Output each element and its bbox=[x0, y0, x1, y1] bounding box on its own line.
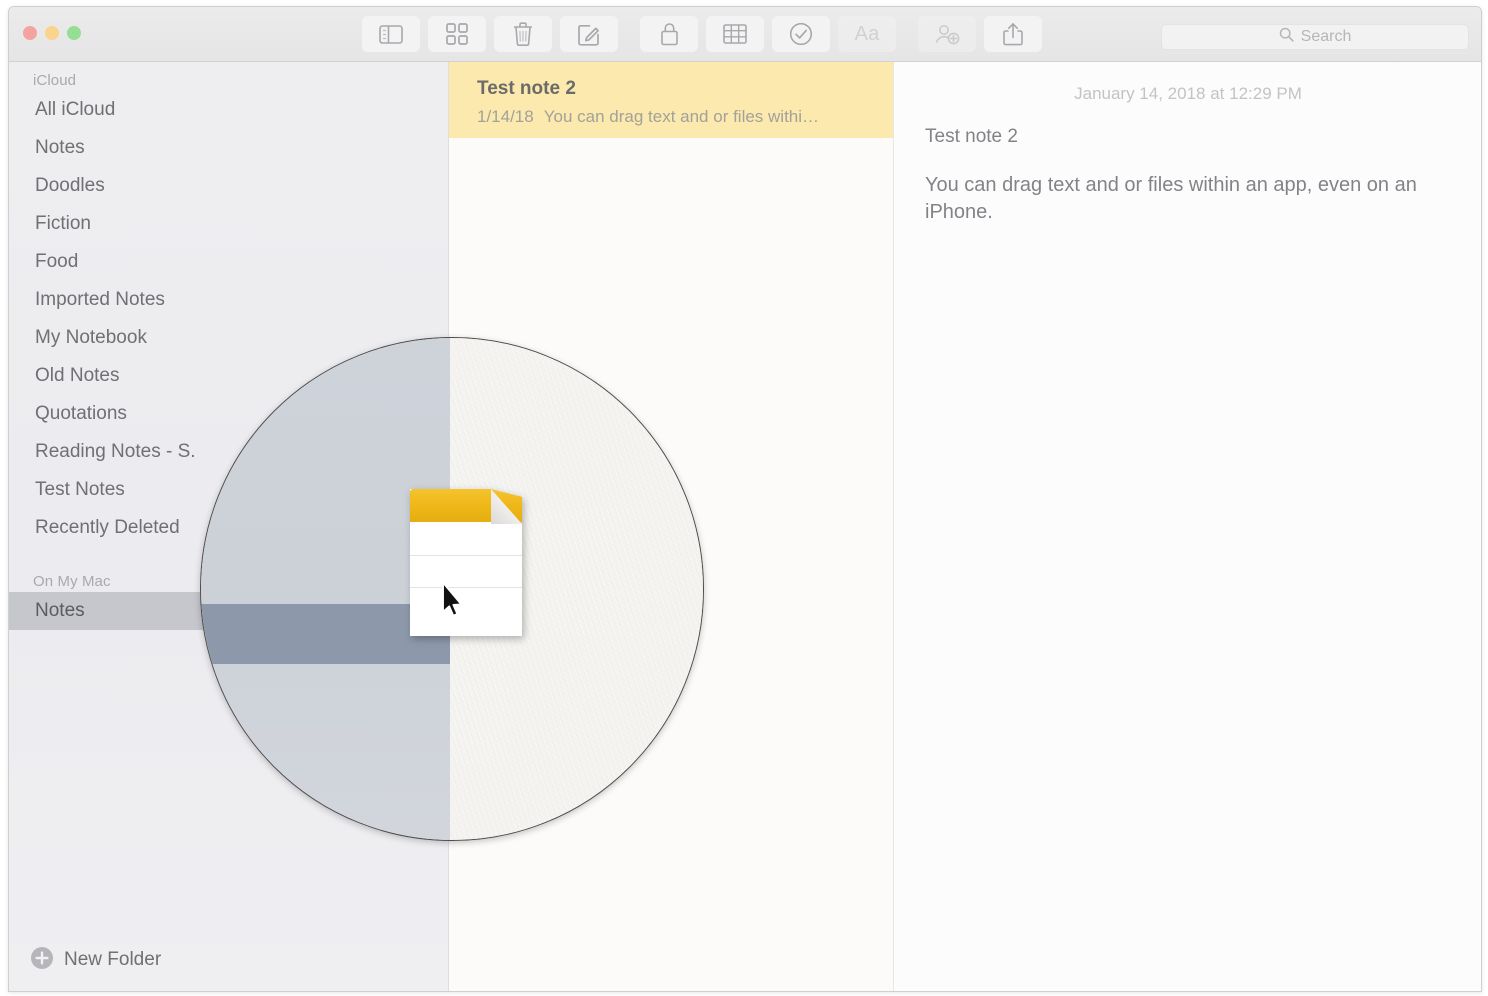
maximize-button[interactable] bbox=[67, 26, 81, 40]
note-editor[interactable]: Test note 2 You can drag text and or fil… bbox=[895, 104, 1481, 226]
sidebar-item-label: Doodles bbox=[35, 175, 105, 196]
trash-icon bbox=[513, 22, 533, 46]
sidebar-item-label: Test Notes bbox=[35, 479, 125, 500]
note-list-item-title: Test note 2 bbox=[477, 78, 576, 99]
sidebar-item-doodles[interactable]: Doodles bbox=[9, 167, 448, 205]
plus-circle-icon bbox=[31, 946, 53, 974]
sidebar-item-label: Old Notes bbox=[35, 365, 120, 386]
share-button[interactable] bbox=[984, 16, 1042, 52]
note-list-item-date: 1/14/18 bbox=[477, 107, 534, 126]
grid-view-icon bbox=[446, 23, 468, 45]
sidebar-item-label: My Notebook bbox=[35, 327, 147, 348]
add-people-button[interactable] bbox=[918, 16, 976, 52]
search-icon bbox=[1279, 27, 1294, 47]
note-body-text: You can drag text and or files within an… bbox=[925, 174, 1417, 223]
checklist-icon bbox=[789, 22, 813, 46]
sidebar-item-imported-notes[interactable]: Imported Notes bbox=[9, 281, 448, 319]
minimize-button[interactable] bbox=[45, 26, 59, 40]
sidebar-item-label: All iCloud bbox=[35, 99, 116, 120]
sidebar-item-label: Notes bbox=[35, 600, 85, 621]
search-input[interactable]: Search bbox=[1161, 24, 1469, 50]
screenshot-root: Aa Search iCloud All iCloud Notes Doodle… bbox=[0, 0, 1488, 996]
sidebar-item-label: Quotations bbox=[35, 403, 127, 424]
format-button[interactable]: Aa bbox=[838, 16, 896, 52]
add-table-button[interactable] bbox=[706, 16, 764, 52]
sidebar-toggle-icon bbox=[379, 24, 403, 44]
note-detail-pane[interactable]: January 14, 2018 at 12:29 PM Test note 2… bbox=[895, 62, 1481, 991]
sidebar-section-header-icloud: iCloud bbox=[33, 72, 77, 89]
close-button[interactable] bbox=[23, 26, 37, 40]
share-icon bbox=[1003, 22, 1023, 46]
format-icon: Aa bbox=[854, 22, 880, 45]
sidebar-item-label: Imported Notes bbox=[35, 289, 165, 310]
toolbar: Aa Search bbox=[9, 7, 1481, 62]
note-list-item-preview: You can drag text and or files withi… bbox=[543, 107, 820, 126]
gallery-view-button[interactable] bbox=[428, 16, 486, 52]
sidebar-item-label: Reading Notes - S. bbox=[35, 441, 196, 462]
note-document-rule bbox=[410, 587, 522, 588]
sidebar-item-notes[interactable]: Notes bbox=[9, 129, 448, 167]
sidebar-item-all-icloud[interactable]: All iCloud bbox=[9, 91, 448, 129]
mouse-pointer bbox=[441, 581, 465, 619]
lock-note-button[interactable] bbox=[640, 16, 698, 52]
note-list-item-subtitle: 1/14/18 You can drag text and or files wi… bbox=[477, 107, 871, 127]
sidebar-item-fiction[interactable]: Fiction bbox=[9, 205, 448, 243]
sidebar-item-food[interactable]: Food bbox=[9, 243, 448, 281]
search-placeholder: Search bbox=[1300, 28, 1352, 45]
note-document-rule bbox=[410, 555, 522, 556]
new-folder-label: New Folder bbox=[64, 949, 162, 970]
sidebar-item-label: Recently Deleted bbox=[35, 517, 180, 538]
sidebar-item-label: Food bbox=[35, 251, 79, 272]
new-folder-button[interactable]: New Folder bbox=[9, 929, 448, 991]
lock-icon bbox=[660, 22, 679, 46]
sidebar-item-label: Fiction bbox=[35, 213, 91, 234]
add-person-icon bbox=[934, 22, 960, 46]
window-controls bbox=[23, 26, 81, 40]
add-checklist-button[interactable] bbox=[772, 16, 830, 52]
dragged-note-document[interactable] bbox=[410, 489, 522, 636]
note-list-item[interactable]: Test note 2 1/14/18 You can drag text and… bbox=[449, 62, 893, 138]
table-icon bbox=[723, 24, 747, 44]
new-note-button[interactable] bbox=[560, 16, 618, 52]
delete-note-button[interactable] bbox=[494, 16, 552, 52]
note-timestamp: January 14, 2018 at 12:29 PM bbox=[1074, 84, 1302, 103]
compose-icon bbox=[577, 23, 601, 46]
toolbar-button-group: Aa bbox=[362, 16, 1042, 52]
note-body-heading: Test note 2 bbox=[925, 126, 1018, 147]
sidebar-item-label: Notes bbox=[35, 137, 85, 158]
sidebar-toggle-button[interactable] bbox=[362, 16, 420, 52]
